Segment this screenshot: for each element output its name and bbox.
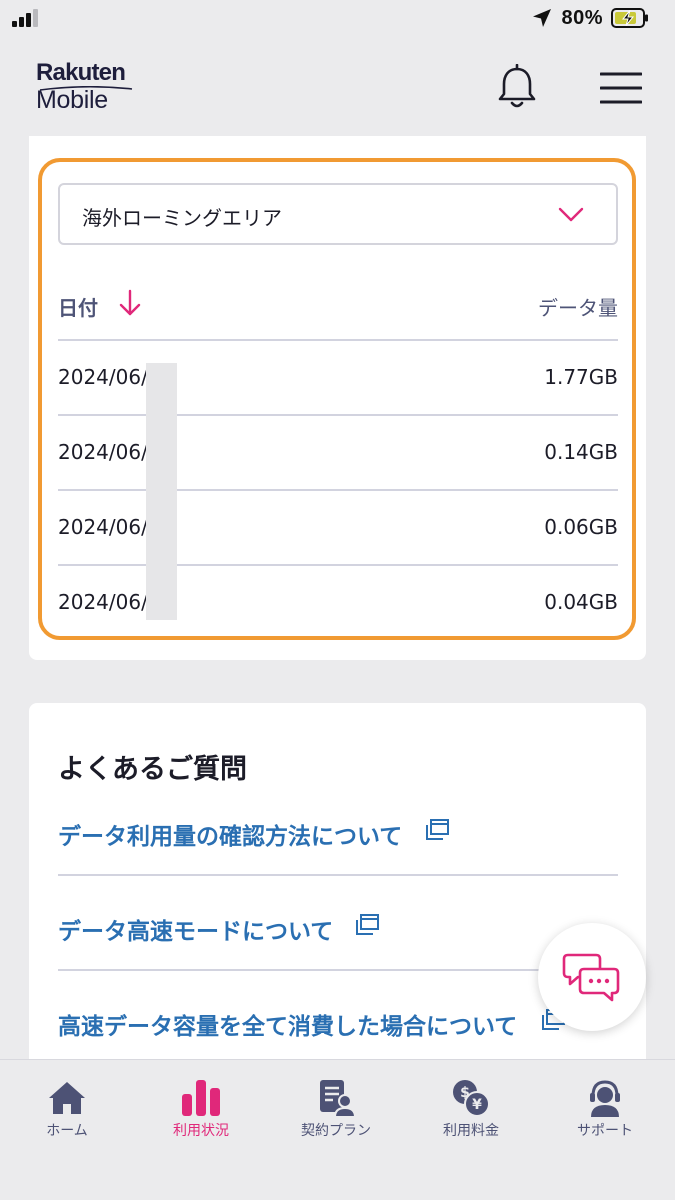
faq-link-high-speed-mode[interactable]: データ高速モードについて <box>58 876 618 971</box>
column-header-data: データ量 <box>538 296 618 320</box>
external-window-icon <box>356 914 379 935</box>
signal-icon <box>12 9 38 27</box>
redaction-block <box>146 363 177 620</box>
chat-bubbles-icon <box>562 953 620 1002</box>
fee-icon: $ ¥ <box>453 1080 490 1117</box>
row-value: 0.04GB <box>544 590 618 614</box>
chat-button[interactable] <box>538 923 646 1031</box>
logo-swoosh <box>39 86 133 91</box>
rakuten-mobile-logo[interactable]: Rakuten Mobile <box>36 60 140 120</box>
usage-table-header: 日付 データ量 <box>58 288 618 324</box>
home-icon <box>49 1082 85 1114</box>
bell-icon[interactable] <box>497 64 537 110</box>
nav-item-fee[interactable]: $ ¥ 利用料金 <box>416 1078 526 1148</box>
nav-item-usage[interactable]: 利用状況 <box>146 1078 256 1148</box>
table-row: 2024/06/ 0.14GB <box>58 414 618 488</box>
faq-link-data-usage-check[interactable]: データ利用量の確認方法について <box>58 781 618 876</box>
support-icon <box>590 1080 620 1117</box>
nav-label-home: ホーム <box>46 1123 88 1139</box>
table-row: 2024/06/ 0.04GB <box>58 564 618 638</box>
column-header-date[interactable]: 日付 <box>58 292 98 321</box>
app-header: Rakuten Mobile <box>0 40 675 136</box>
logo-line1: Rakuten <box>36 59 126 86</box>
nav-item-contract-plan[interactable]: 契約プラン <box>281 1078 391 1148</box>
region-select[interactable]: 海外ローミングエリア <box>58 183 618 245</box>
nav-label-fee: 利用料金 <box>443 1123 499 1139</box>
row-date: 2024/06/ <box>58 590 148 614</box>
faq-link-capacity-exhausted[interactable]: 高速データ容量を全て消費した場合について <box>58 971 618 1066</box>
row-date: 2024/06/ <box>58 515 148 539</box>
nav-item-home[interactable]: ホーム <box>12 1078 122 1148</box>
nav-item-support[interactable]: サポート <box>550 1078 660 1148</box>
bottom-nav: ホーム 利用状況 契約プラン $ ¥ 利用料金 サポート <box>0 1059 675 1200</box>
hamburger-menu-icon[interactable] <box>600 71 642 105</box>
nav-label-usage: 利用状況 <box>173 1123 229 1139</box>
faq-link-label: 高速データ容量を全て消費した場合について <box>58 1014 518 1040</box>
table-row: 2024/06/ 0.06GB <box>58 489 618 563</box>
nav-label-contract-plan: 契約プラン <box>301 1123 371 1139</box>
bar-chart-icon <box>182 1080 220 1116</box>
row-value: 0.14GB <box>544 440 618 464</box>
faq-link-label: データ利用量の確認方法について <box>58 824 403 850</box>
row-date: 2024/06/ <box>58 365 148 389</box>
contract-icon <box>320 1080 356 1118</box>
nav-label-support: サポート <box>577 1123 633 1139</box>
row-value: 1.77GB <box>544 365 618 389</box>
row-date: 2024/06/ <box>58 440 148 464</box>
arrow-down-icon[interactable] <box>118 288 142 318</box>
usage-card: 海外ローミングエリア 日付 データ量 2024/06/ 1.77GB 2024/… <box>29 136 646 660</box>
location-arrow-icon <box>533 9 552 27</box>
status-bar: 80% <box>0 0 675 40</box>
svg-text:¥: ¥ <box>472 1097 482 1113</box>
battery-percent: 80% <box>561 6 603 29</box>
row-value: 0.06GB <box>544 515 618 539</box>
region-select-value: 海外ローミングエリア <box>82 206 282 230</box>
faq-link-label: データ高速モードについて <box>58 919 334 945</box>
table-row: 2024/06/ 1.77GB <box>58 339 618 413</box>
external-window-icon <box>426 819 449 840</box>
faq-card: よくあるご質問 データ利用量の確認方法について データ高速モードについて 高速デ… <box>29 703 646 1103</box>
chevron-down-icon <box>558 207 584 222</box>
battery-charging-icon <box>611 8 648 28</box>
